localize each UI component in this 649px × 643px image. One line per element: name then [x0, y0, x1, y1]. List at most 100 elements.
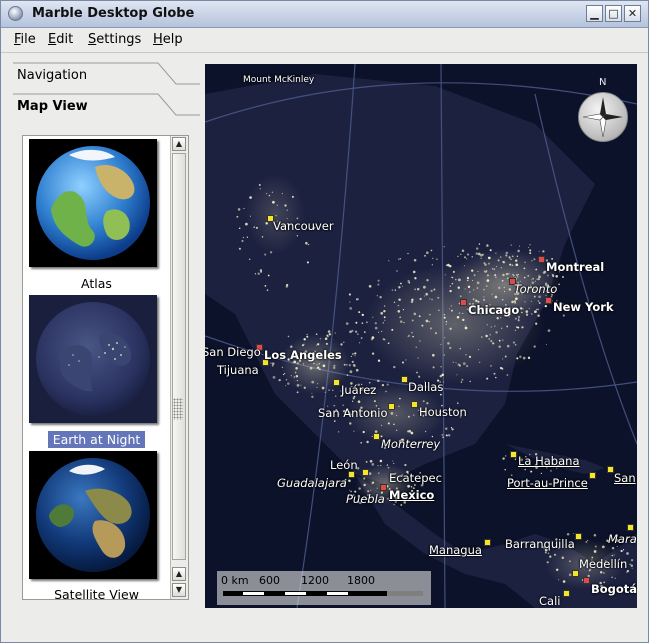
theme-list-scrollbar[interactable]: ▲ ▲ ▼ — [170, 136, 188, 599]
label-dallas[interactable]: Dallas — [408, 380, 443, 394]
label-medellin[interactable]: Medellín — [579, 557, 627, 571]
city-light-dot — [533, 258, 536, 261]
city-light-dot — [365, 460, 368, 463]
city-light-dot — [599, 571, 603, 574]
city-light-dot — [387, 342, 390, 345]
label-san-antonio[interactable]: San Antonio — [318, 406, 388, 420]
menu-edit[interactable]: Edit — [48, 32, 73, 47]
city-light-dot — [483, 296, 485, 298]
label-port-au-prince[interactable]: Port-au-Prince — [507, 476, 588, 490]
label-barranquilla[interactable]: Barranquilla — [505, 537, 575, 551]
menu-file[interactable]: File — [14, 32, 36, 47]
earth-at-night-thumbnail[interactable] — [29, 295, 157, 423]
label-los-angeles[interactable]: Los Angeles — [264, 348, 342, 362]
city-light-dot — [364, 331, 366, 333]
label-new-york[interactable]: New York — [553, 300, 614, 314]
city-light-dot — [343, 341, 345, 343]
city-light-dot — [536, 308, 538, 311]
label-tijuana[interactable]: Tijuana — [217, 363, 259, 377]
label-mara[interactable]: Mara — [608, 532, 637, 546]
city-light-dot — [466, 276, 470, 280]
city-light-dot — [380, 464, 382, 467]
tab-navigation[interactable]: Navigation — [1, 60, 200, 90]
mexico-pin — [380, 484, 387, 491]
city-light-dot — [361, 313, 365, 317]
city-light-dot — [351, 360, 354, 364]
city-light-dot — [267, 274, 270, 277]
city-light-dot — [394, 289, 397, 291]
scroll-up-button[interactable]: ▲ — [172, 137, 186, 151]
city-light-dot — [538, 275, 541, 279]
city-light-dot — [316, 366, 320, 369]
atlas-thumbnail[interactable] — [29, 139, 157, 267]
scroll-thumb[interactable] — [172, 153, 186, 560]
city-light-dot — [386, 383, 389, 386]
label-chicago[interactable]: Chicago — [468, 303, 519, 317]
splitter-grip[interactable] — [173, 398, 183, 420]
city-light-dot — [562, 276, 564, 278]
label-san[interactable]: San — [614, 471, 636, 485]
city-light-dot — [476, 247, 479, 250]
city-light-dot — [425, 319, 429, 323]
city-light-dot — [358, 487, 361, 490]
city-light-dot — [458, 364, 461, 367]
title-bar[interactable]: Marble Desktop Globe ▁ □ ✕ — [1, 1, 648, 28]
label-san-diego[interactable]: San Diego — [205, 345, 261, 359]
menu-settings[interactable]: Settings — [88, 32, 141, 47]
city-light-dot — [516, 255, 519, 257]
city-light-dot — [528, 246, 530, 248]
city-light-dot — [354, 355, 356, 357]
scroll-up-button-2[interactable]: ▲ — [172, 567, 186, 581]
label-cali[interactable]: Cali — [539, 594, 560, 608]
tab-map-view[interactable]: Map View — [1, 91, 200, 121]
label-managua[interactable]: Managua — [429, 543, 482, 557]
label-puebla[interactable]: Puebla — [346, 492, 385, 506]
city-light-dot — [292, 362, 294, 364]
city-light-dot — [501, 299, 504, 301]
label-toronto[interactable]: Toronto — [514, 282, 557, 296]
label-ecatepec[interactable]: Ecatepec — [389, 471, 442, 485]
scroll-down-button[interactable]: ▼ — [172, 583, 186, 597]
label-mexico[interactable]: Mexico — [389, 488, 434, 502]
map-theme-list[interactable]: Atlas Earth at Night Satellite View ▲ ▲ … — [22, 135, 189, 600]
city-light-dot — [442, 436, 444, 439]
city-light-dot — [302, 363, 305, 365]
satellite-view-thumbnail[interactable] — [29, 451, 157, 579]
label-la-habana[interactable]: La Habana — [518, 454, 580, 468]
city-light-dot — [477, 270, 479, 273]
label-bogota[interactable]: Bogotá — [591, 582, 637, 596]
city-light-dot — [483, 288, 485, 291]
marble-app-icon[interactable] — [8, 6, 23, 21]
city-light-dot — [426, 402, 429, 405]
city-light-dot — [411, 319, 414, 322]
city-light-dot — [413, 414, 415, 416]
label-houston[interactable]: Houston — [419, 405, 467, 419]
label-monterrey[interactable]: Monterrey — [381, 437, 440, 451]
label-juarez[interactable]: Juárez — [341, 383, 376, 397]
city-light-dot — [437, 296, 440, 299]
city-light-dot — [508, 288, 512, 291]
city-light-dot — [397, 310, 401, 313]
night-map-canvas — [205, 64, 637, 608]
city-light-dot — [566, 533, 570, 536]
city-light-dot — [439, 374, 443, 378]
city-light-dot — [287, 382, 290, 385]
label-leon[interactable]: León — [330, 458, 358, 472]
close-button[interactable]: ✕ — [624, 5, 641, 22]
city-light-dot — [343, 363, 346, 366]
city-light-dot — [249, 215, 252, 217]
compass-star — [582, 97, 623, 138]
map-view[interactable]: N Mount McKinley Vancouver Montreal Toro… — [205, 64, 637, 608]
label-montreal[interactable]: Montreal — [546, 260, 604, 274]
maximize-button[interactable]: □ — [605, 5, 622, 22]
label-mount-mckinley[interactable]: Mount McKinley — [243, 75, 314, 85]
minimize-button[interactable]: ▁ — [586, 5, 603, 22]
city-light-dot — [461, 249, 465, 252]
city-light-dot — [417, 357, 419, 359]
compass-rose-icon[interactable] — [578, 92, 628, 142]
label-guadalajara[interactable]: Guadalajara — [277, 476, 347, 490]
label-vancouver[interactable]: Vancouver — [273, 219, 334, 233]
menu-help[interactable]: Help — [153, 32, 183, 47]
city-light-dot — [466, 258, 468, 260]
city-light-dot — [237, 208, 241, 211]
